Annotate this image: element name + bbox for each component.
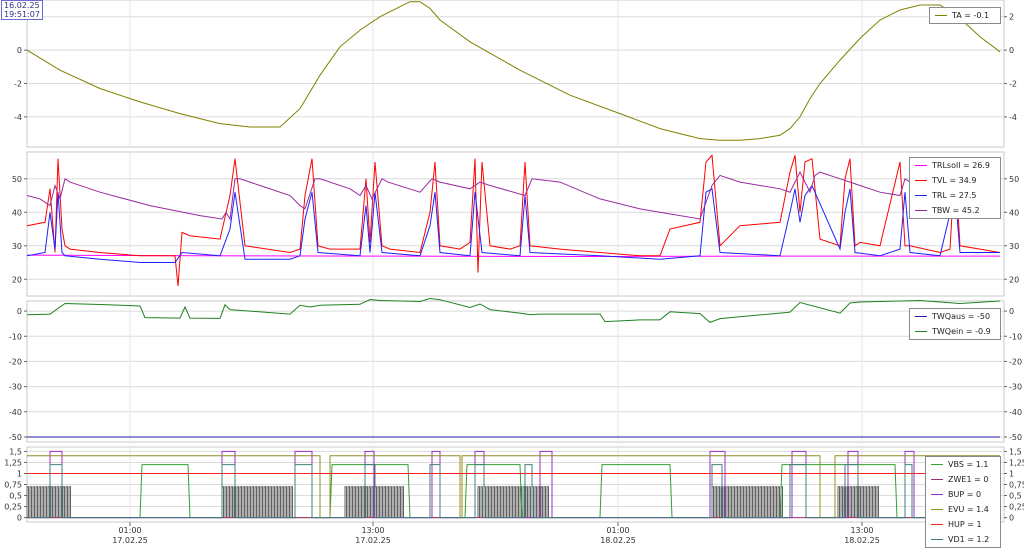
legend-label: VD1 = 1.2: [948, 535, 990, 544]
y-tick-label: 20: [12, 275, 22, 284]
legend-label: TVL = 34.9: [932, 176, 977, 185]
legend-swatch: [931, 524, 943, 525]
y-tick-label: 0,75: [1009, 481, 1024, 490]
legend-swatch: [915, 210, 927, 211]
y-tick-label: 0,25: [1009, 503, 1024, 512]
legend-entry: HUP = 1: [926, 517, 1000, 532]
panel-frame-ta: [26, 0, 1005, 148]
legend-twq: TWQaus = -50 TWQein = -0.9: [909, 308, 1001, 340]
legend-entry: ZWE1 = 0: [926, 472, 1000, 487]
legend-swatch: [931, 464, 943, 465]
y-tick-label: 0: [17, 514, 22, 523]
legend-swatch: [915, 331, 927, 332]
legend-entry: TRLsoll = 26.9: [910, 158, 1000, 173]
y-tick-label: 0,25: [4, 503, 22, 512]
legend-digital: VBS = 1.1 ZWE1 = 0 BUP = 0 EVU = 1.4 HUP = 1…: [925, 456, 1001, 548]
y-tick-label: -20: [1009, 357, 1022, 366]
legend-swatch: [915, 316, 927, 317]
legend-label: HUP = 1: [948, 520, 982, 529]
y-tick-label: -40: [9, 408, 22, 417]
x-tick-time: 01:00: [606, 526, 629, 535]
y-tick-label: 2: [1009, 13, 1014, 22]
legend-label: TA = -0.1: [952, 11, 990, 20]
x-tick-date: 18.02.25: [844, 536, 880, 545]
legend-entry: BUP = 0: [926, 487, 1000, 502]
x-tick-time: 13:00: [850, 526, 873, 535]
y-tick-label: -10: [9, 332, 22, 341]
y-tick-label: 0: [1009, 307, 1014, 316]
legend-swatch: [915, 180, 927, 181]
x-tick-date: 17.02.25: [355, 536, 391, 545]
legend-temps: TRLsoll = 26.9 TVL = 34.9 TRL = 27.5 TBW = …: [909, 157, 1001, 219]
y-tick-label: 0: [17, 46, 22, 55]
legend-entry: TVL = 34.9: [910, 173, 1000, 188]
y-tick-label: -2: [1009, 80, 1017, 89]
legend-label: TWQein = -0.9: [932, 327, 991, 336]
legend-swatch: [931, 494, 943, 495]
y-tick-label: 30: [12, 242, 22, 251]
legend-swatch: [915, 195, 927, 196]
x-tick-time: 13:00: [361, 526, 384, 535]
chart-canvas: 2200-2-2-4-4505040403030202000-10-10-20-…: [4, 0, 1024, 545]
y-tick-label: -30: [9, 383, 22, 392]
x-tick-time: 01:00: [118, 526, 141, 535]
y-tick-label: 50: [1009, 175, 1019, 184]
y-tick-label: -4: [14, 113, 22, 122]
timestamp-time: 19:51:07: [4, 10, 40, 19]
y-tick-label: 40: [1009, 208, 1019, 217]
legend-label: BUP = 0: [948, 490, 982, 499]
legend-swatch: [915, 165, 927, 166]
legend-entry: TWQein = -0.9: [910, 324, 1000, 339]
legend-ta: TA = -0.1: [929, 7, 1001, 24]
legend-entry: EVU = 1.4: [926, 502, 1000, 517]
legend-swatch: [931, 539, 943, 540]
legend-entry: TBW = 45.2: [910, 203, 1000, 218]
legend-label: VBS = 1.1: [948, 460, 989, 469]
legend-swatch: [935, 15, 947, 16]
y-tick-label: 1,25: [4, 458, 22, 467]
y-tick-label: 40: [12, 208, 22, 217]
legend-label: TWQaus = -50: [932, 312, 991, 321]
y-tick-label: -20: [9, 357, 22, 366]
legend-entry: TWQaus = -50: [910, 309, 1000, 324]
legend-entry: VD1 = 1.2: [926, 532, 1000, 547]
y-tick-label: -2: [14, 80, 22, 89]
y-tick-label: 1,5: [1009, 447, 1022, 456]
x-tick-date: 17.02.25: [112, 536, 148, 545]
y-tick-label: 0: [1009, 46, 1014, 55]
y-tick-label: 0,5: [9, 492, 22, 501]
y-tick-label: 1,5: [9, 447, 22, 456]
x-tick-date: 18.02.25: [600, 536, 636, 545]
panel-frame-twq: [26, 300, 1005, 443]
y-tick-label: 0: [1009, 514, 1014, 523]
legend-label: TBW = 45.2: [932, 206, 980, 215]
y-tick-label: 1: [17, 469, 22, 478]
legend-swatch: [931, 479, 943, 480]
panel-frame-temps: [26, 151, 1005, 297]
y-tick-label: -10: [1009, 332, 1022, 341]
y-tick-label: 0,75: [4, 481, 22, 490]
legend-swatch: [931, 509, 943, 510]
y-tick-label: 1: [1009, 469, 1014, 478]
legend-label: TRLsoll = 26.9: [932, 161, 991, 170]
y-tick-label: -50: [9, 433, 22, 442]
legend-label: EVU = 1.4: [948, 505, 989, 514]
legend-entry: VBS = 1.1: [926, 457, 1000, 472]
timestamp-box: 16.02.25 19:51:07: [1, 0, 43, 20]
y-tick-label: -4: [1009, 113, 1017, 122]
legend-entry: TA = -0.1: [930, 8, 1000, 23]
y-tick-label: 0: [17, 307, 22, 316]
legend-label: TRL = 27.5: [932, 191, 977, 200]
timestamp-date: 16.02.25: [4, 1, 40, 10]
legend-entry: TRL = 27.5: [910, 188, 1000, 203]
y-tick-label: 50: [12, 175, 22, 184]
y-tick-label: 0,5: [1009, 492, 1022, 501]
legend-label: ZWE1 = 0: [948, 475, 989, 484]
y-tick-label: -40: [1009, 408, 1022, 417]
y-tick-label: -50: [1009, 433, 1022, 442]
y-tick-label: 1,25: [1009, 458, 1024, 467]
y-tick-label: 30: [1009, 242, 1019, 251]
y-tick-label: -30: [1009, 383, 1022, 392]
y-tick-label: 20: [1009, 275, 1019, 284]
